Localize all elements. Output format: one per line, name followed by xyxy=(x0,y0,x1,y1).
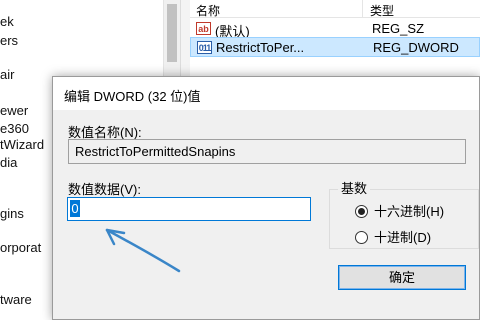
value-data-label: 数值数据(V): xyxy=(68,182,141,197)
base-group-label: 基数 xyxy=(338,178,371,197)
radio-decimal[interactable]: 十进制(D) xyxy=(355,227,431,246)
value-row-default[interactable]: ab (默认) REG_SZ xyxy=(190,19,480,39)
radio-checked-icon[interactable] xyxy=(355,205,368,218)
column-header-name[interactable]: 名称 xyxy=(196,2,220,19)
selected-value-text: 0 xyxy=(70,200,80,217)
value-row-restricttopermitted[interactable]: 011 RestrictToPer... REG_DWORD xyxy=(190,37,480,57)
tree-scrollbar-thumb[interactable] xyxy=(167,4,177,62)
tree-item[interactable]: ek xyxy=(0,14,14,29)
value-type: REG_SZ xyxy=(372,21,425,36)
tree-item[interactable]: ers xyxy=(0,33,18,48)
value-name-field: RestrictToPermittedSnapins xyxy=(68,139,466,164)
dialog-title: 编辑 DWORD (32 位)值 xyxy=(64,89,201,104)
radio-hex-label: 十六进制(H) xyxy=(374,204,445,219)
tree-item[interactable]: ewer xyxy=(0,103,28,118)
edit-dword-dialog: 编辑 DWORD (32 位)值 数值名称(N): RestrictToPerm… xyxy=(52,76,480,320)
column-divider[interactable] xyxy=(362,0,363,18)
value-data-input[interactable] xyxy=(67,197,311,221)
value-name: RestrictToPer... xyxy=(216,40,305,55)
binary-value-icon: 011 xyxy=(197,41,212,54)
radio-dec-label: 十进制(D) xyxy=(374,230,432,245)
string-value-icon: ab xyxy=(196,22,211,35)
ok-button[interactable]: 确定 xyxy=(338,265,466,290)
tree-item[interactable]: air xyxy=(0,67,14,82)
values-list-pane: 名称 类型 ab (默认) REG_SZ 011 RestrictToPer..… xyxy=(190,0,480,70)
column-header-type[interactable]: 类型 xyxy=(370,2,394,19)
tree-item[interactable]: tWizard xyxy=(0,137,44,152)
tree-item[interactable]: tware xyxy=(0,292,32,307)
tree-item[interactable]: gins xyxy=(0,206,24,221)
list-header: 名称 类型 xyxy=(190,0,480,18)
value-type: REG_DWORD xyxy=(373,40,459,55)
annotation-arrow-icon xyxy=(105,228,181,273)
tree-item[interactable]: orporat xyxy=(0,240,41,255)
dialog-titlebar[interactable]: 编辑 DWORD (32 位)值 xyxy=(53,77,479,110)
tree-item[interactable]: dia xyxy=(0,155,17,170)
radio-unchecked-icon[interactable] xyxy=(355,231,368,244)
radio-hexadecimal[interactable]: 十六进制(H) xyxy=(355,201,444,220)
tree-item[interactable]: e360 xyxy=(0,121,29,136)
